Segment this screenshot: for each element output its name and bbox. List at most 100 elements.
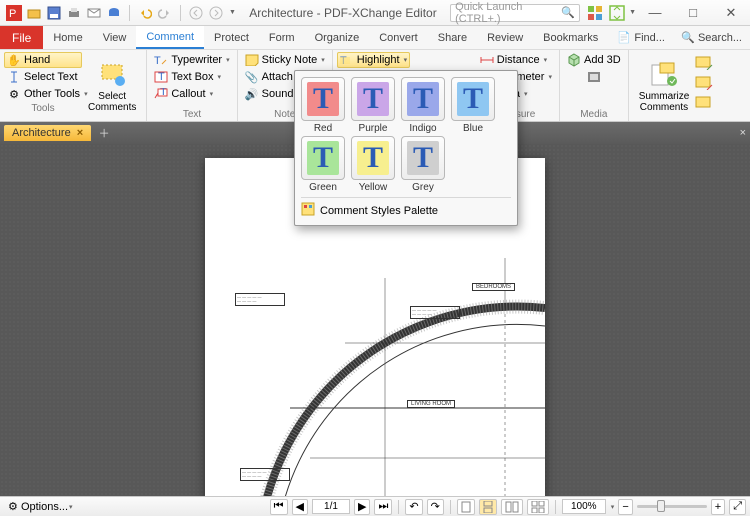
- gear-icon: ⚙: [8, 500, 18, 513]
- close-all-tabs-icon[interactable]: ×: [740, 127, 746, 139]
- layout-single-icon[interactable]: [457, 499, 475, 515]
- label-living: LIVING ROOM: [407, 400, 455, 408]
- distance-icon: [480, 53, 494, 67]
- select-comments-icon: [98, 61, 126, 89]
- close-button[interactable]: ✕: [712, 1, 750, 25]
- email-icon[interactable]: [86, 5, 102, 21]
- layout-facing-icon[interactable]: [501, 499, 523, 515]
- tab-organize[interactable]: Organize: [305, 26, 370, 49]
- media-extra-icon[interactable]: [584, 69, 604, 85]
- page-input[interactable]: [312, 499, 350, 514]
- tab-form[interactable]: Form: [259, 26, 305, 49]
- document-tab[interactable]: Architecture ×: [4, 125, 91, 141]
- quick-access-toolbar: P ▼: [0, 5, 236, 21]
- quick-launch-placeholder: Quick Launch (CTRL+.): [455, 1, 561, 25]
- summarize-icon: [650, 61, 678, 89]
- tab-home[interactable]: Home: [43, 26, 92, 49]
- layout-continuous-icon[interactable]: [479, 499, 497, 515]
- tools-group-label: Tools: [4, 103, 82, 115]
- highlight-swatch-indigo[interactable]: TIndigo: [401, 77, 445, 134]
- app-icon: P: [6, 5, 22, 21]
- highlight-swatch-yellow[interactable]: TYellow: [351, 136, 395, 193]
- scan-icon[interactable]: [106, 5, 122, 21]
- typewriter-icon: T: [154, 53, 168, 67]
- select-comments-button[interactable]: Select Comments: [82, 52, 142, 121]
- quick-launch-input[interactable]: Quick Launch (CTRL+.) 🔍: [450, 4, 580, 22]
- next-page-button[interactable]: ▶: [354, 499, 370, 515]
- highlight-swatch-purple[interactable]: TPurple: [351, 77, 395, 134]
- sticky-note-button[interactable]: Sticky Note▾: [242, 52, 328, 68]
- nav-forward-button[interactable]: ↷: [427, 499, 444, 515]
- file-tab[interactable]: File: [0, 26, 43, 49]
- zoom-out-button[interactable]: −: [618, 499, 632, 515]
- svg-text:T: T: [160, 88, 167, 98]
- highlight-swatch-red[interactable]: TRed: [301, 77, 345, 134]
- zoom-input[interactable]: [562, 499, 606, 514]
- save-icon[interactable]: [46, 5, 62, 21]
- open-icon[interactable]: [26, 5, 42, 21]
- first-page-button[interactable]: ⏮: [270, 499, 288, 515]
- tab-convert[interactable]: Convert: [369, 26, 428, 49]
- text-group-label: Text: [151, 109, 232, 121]
- comment-action3-icon[interactable]: [695, 96, 713, 113]
- nav-back-icon[interactable]: [188, 5, 204, 21]
- print-icon[interactable]: [66, 5, 82, 21]
- palette-footer-label: Comment Styles Palette: [320, 205, 438, 217]
- layout-facing-cont-icon[interactable]: [527, 499, 549, 515]
- title-bar: P ▼ Architecture - PDF-XChange Editor Qu…: [0, 0, 750, 26]
- find-button[interactable]: 📄Find...: [609, 26, 673, 49]
- maximize-button[interactable]: □: [674, 1, 712, 25]
- distance-button[interactable]: Distance▾: [477, 52, 555, 68]
- svg-text:T: T: [158, 71, 165, 83]
- tab-share[interactable]: Share: [428, 26, 477, 49]
- tab-comment[interactable]: Comment: [136, 26, 204, 49]
- select-text-button[interactable]: Select Text: [4, 69, 82, 85]
- find-icon: 📄: [617, 31, 631, 45]
- highlight-icon: T: [340, 53, 354, 67]
- comment-action1-icon[interactable]: [695, 56, 713, 73]
- tab-protect[interactable]: Protect: [204, 26, 259, 49]
- nav-forward-icon[interactable]: [208, 5, 224, 21]
- redo-icon[interactable]: [157, 5, 173, 21]
- new-tab-button[interactable]: ＋: [95, 124, 113, 142]
- arrange-icon[interactable]: [606, 3, 628, 23]
- textbox-icon: T: [154, 70, 168, 84]
- typewriter-button[interactable]: TTypewriter▾: [151, 52, 232, 68]
- paperclip-icon: 📎: [245, 70, 259, 84]
- add-3d-button[interactable]: Add 3D: [564, 52, 624, 68]
- last-page-button[interactable]: ⏭: [374, 499, 392, 515]
- highlight-swatch-green[interactable]: TGreen: [301, 136, 345, 193]
- zoom-in-button[interactable]: +: [711, 499, 725, 515]
- highlight-swatch-blue[interactable]: TBlue: [451, 77, 495, 134]
- highlight-button[interactable]: THighlight▾: [337, 52, 410, 68]
- hand-tool-button[interactable]: ✋Hand: [4, 52, 82, 68]
- text-box-button[interactable]: TText Box▾: [151, 69, 232, 85]
- highlight-swatch-grey[interactable]: TGrey: [401, 136, 445, 193]
- svg-text:P: P: [9, 8, 16, 20]
- ui-options-icon[interactable]: [584, 3, 606, 23]
- callout-note: — — — — —— — — —: [410, 306, 460, 319]
- comment-styles-palette-button[interactable]: Comment Styles Palette: [301, 197, 511, 219]
- tab-bookmarks[interactable]: Bookmarks: [533, 26, 608, 49]
- other-tools-button[interactable]: ⚙Other Tools▾: [4, 86, 82, 102]
- comment-action2-icon[interactable]: [695, 76, 713, 93]
- callout-note: — — — — —— — — —: [235, 293, 285, 306]
- tab-view[interactable]: View: [93, 26, 137, 49]
- tab-review[interactable]: Review: [477, 26, 533, 49]
- summarize-comments-button[interactable]: Summarize Comments: [633, 52, 696, 121]
- zoom-slider[interactable]: [637, 505, 707, 508]
- callout-note: — — — — —— — — —: [240, 468, 290, 481]
- qat-dropdown-icon[interactable]: ▼: [229, 9, 236, 16]
- search-button[interactable]: 🔍Search...: [673, 26, 750, 49]
- close-tab-icon[interactable]: ×: [77, 127, 83, 139]
- minimize-button[interactable]: —: [636, 1, 674, 25]
- document-tab-label: Architecture: [12, 127, 71, 139]
- callout-button[interactable]: TCallout▾: [151, 86, 232, 102]
- nav-back-button[interactable]: ↶: [405, 499, 422, 515]
- prev-page-button[interactable]: ◀: [292, 499, 308, 515]
- menu-bar: File Home View Comment Protect Form Orga…: [0, 26, 750, 50]
- fit-page-button[interactable]: ⤢: [729, 499, 746, 515]
- label-bedrooms: BEDROOMS: [472, 283, 515, 291]
- options-button[interactable]: ⚙ Options...▾: [4, 499, 77, 515]
- undo-icon[interactable]: [137, 5, 153, 21]
